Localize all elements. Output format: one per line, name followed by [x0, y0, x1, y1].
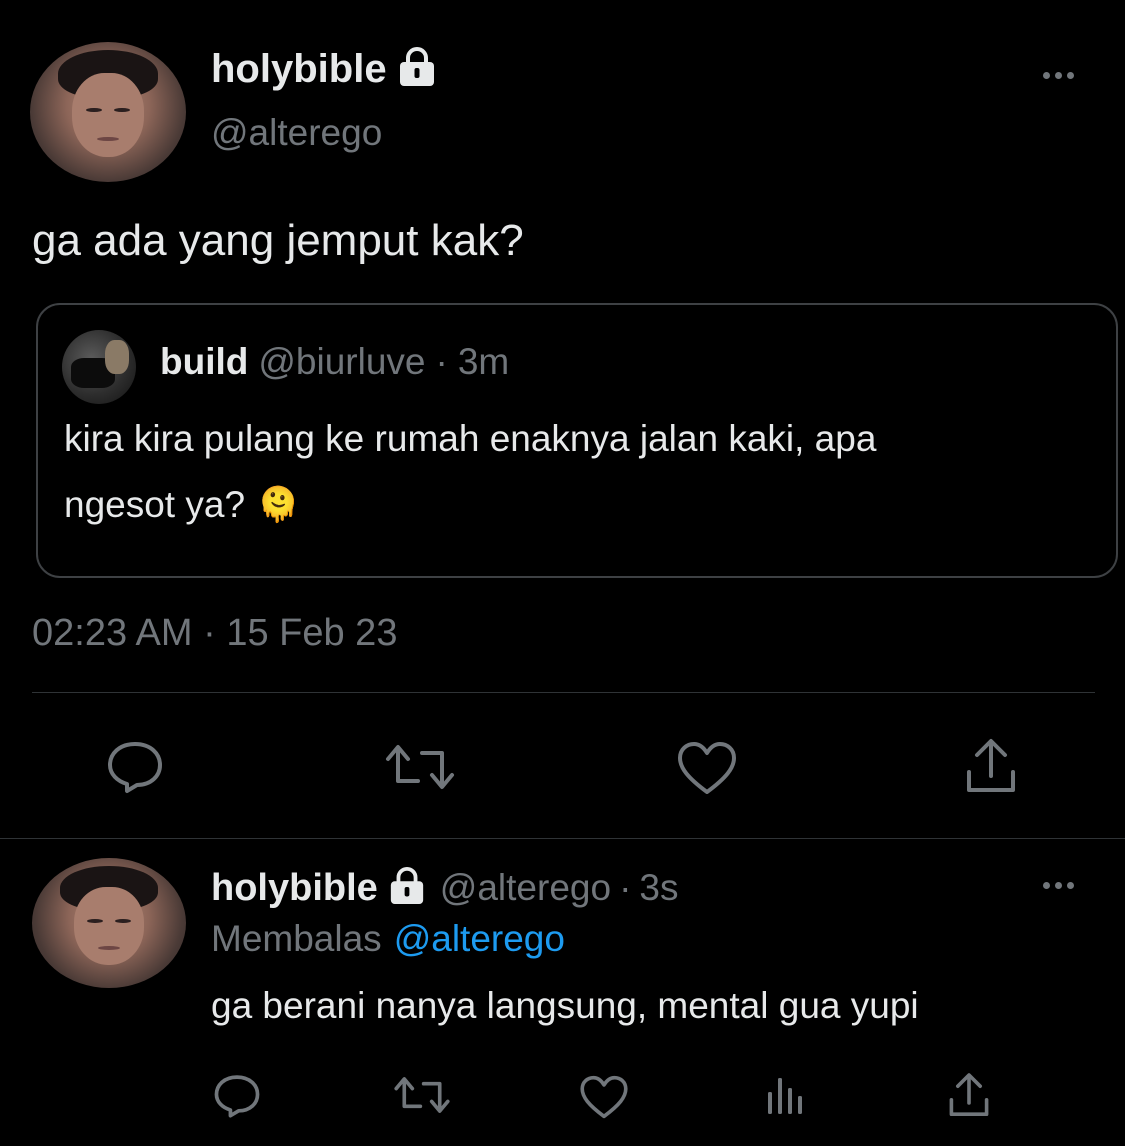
quoted-header: build @biurluve · 3m	[160, 341, 509, 383]
replying-to-link[interactable]: @alterego	[394, 918, 565, 960]
reply-icon[interactable]	[212, 1073, 262, 1119]
lock-icon	[395, 46, 439, 92]
heart-icon[interactable]	[676, 740, 738, 796]
quoted-author-avatar[interactable]	[62, 330, 136, 404]
reply-header: holybible @alterego · 3s	[211, 864, 678, 912]
melting-face-emoji: 🫠	[257, 485, 300, 525]
author-handle[interactable]: @alterego	[211, 112, 382, 154]
reply-author-avatar[interactable]	[32, 858, 186, 988]
quoted-display-name[interactable]: build	[160, 341, 248, 383]
tweet-timestamp[interactable]: 02:23 AM · 15 Feb 23	[32, 612, 397, 655]
quoted-text-line-1: kira kira pulang ke rumah enaknya jalan …	[64, 418, 877, 459]
author-display-name[interactable]: holybible	[211, 47, 387, 92]
heart-icon[interactable]	[579, 1074, 629, 1120]
quoted-text-line-2: ngesot ya?	[64, 484, 246, 525]
reply-more-icon[interactable]	[1043, 880, 1074, 890]
tweet-text: ga ada yang jemput kak?	[32, 216, 524, 265]
retweet-icon[interactable]	[393, 1074, 451, 1116]
author-avatar[interactable]	[30, 42, 186, 182]
reply-separator: ·	[619, 867, 632, 908]
quoted-handle[interactable]: @biurluve	[258, 341, 425, 383]
lock-icon	[386, 866, 428, 910]
reply-display-name[interactable]: holybible	[211, 867, 378, 910]
analytics-icon[interactable]	[766, 1074, 806, 1116]
more-icon[interactable]	[1043, 70, 1074, 80]
quoted-time[interactable]: 3m	[458, 341, 509, 383]
quoted-separator: ·	[435, 341, 448, 382]
section-divider	[0, 838, 1125, 839]
quoted-text-line-2-row: ngesot ya? 🫠	[64, 484, 299, 526]
share-icon[interactable]	[963, 736, 1019, 796]
share-icon[interactable]	[946, 1071, 992, 1119]
replying-prefix: Membalas	[211, 918, 382, 959]
author-name-row[interactable]: holybible	[211, 44, 439, 94]
reply-handle[interactable]: @alterego	[440, 867, 611, 909]
retweet-icon[interactable]	[384, 741, 456, 793]
reply-time[interactable]: 3s	[639, 867, 678, 909]
replying-to-row: Membalas @alterego	[211, 918, 565, 960]
reply-icon[interactable]	[105, 739, 165, 795]
reply-text: ga berani nanya langsung, mental gua yup…	[211, 985, 919, 1026]
divider	[32, 692, 1095, 693]
